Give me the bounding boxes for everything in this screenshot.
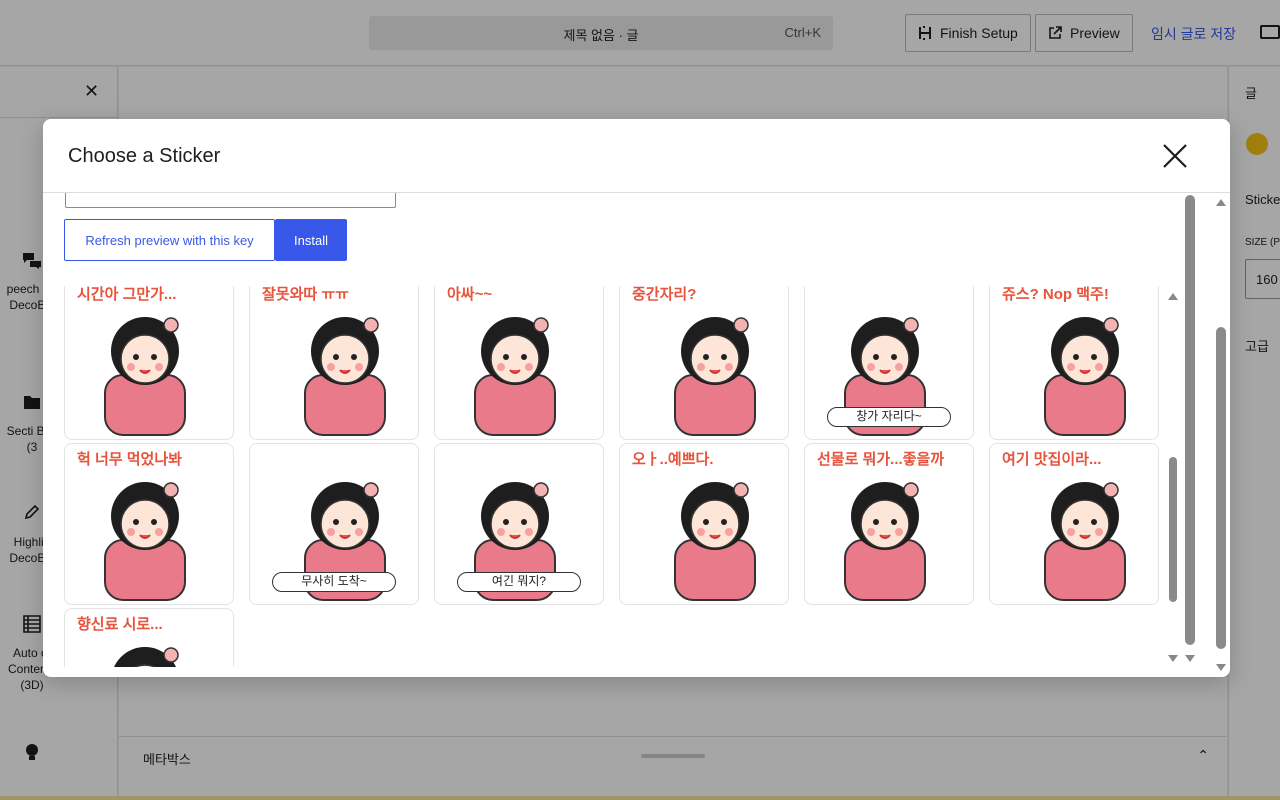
sticker-card[interactable]: 오ㅏ..예쁘다. xyxy=(619,443,789,605)
sticker-caption: 쥬스? Nop 맥주! xyxy=(1002,286,1109,303)
grid-scroll-down-icon[interactable] xyxy=(1168,655,1178,662)
grid-scrollbar-thumb[interactable] xyxy=(1169,457,1177,602)
sticker-card[interactable]: 선물로 뭐가...좋을까 xyxy=(804,443,974,605)
sticker-character-illustration xyxy=(304,317,386,436)
sticker-character-illustration xyxy=(474,317,556,436)
sticker-caption: 아싸~~ xyxy=(447,286,493,303)
modal-header: Choose a Sticker xyxy=(43,119,1230,193)
sticker-modal: Refresh preview with this key Install Ch… xyxy=(43,119,1230,677)
sticker-card[interactable]: 창가 자리다~ xyxy=(804,286,974,440)
sticker-caption: 잘못와따 ㅠㅠ xyxy=(262,286,349,303)
sticker-caption: 향신료 시로... xyxy=(77,616,163,633)
sticker-speech-bubble: 창가 자리다~ xyxy=(827,407,951,427)
sticker-card[interactable]: 무사히 도착~ xyxy=(249,443,419,605)
sticker-card[interactable]: 여긴 뭐지? xyxy=(434,443,604,605)
sticker-card[interactable]: 헉 너무 먹었나봐 xyxy=(64,443,234,605)
modal-scroll-up-icon[interactable] xyxy=(1216,199,1226,206)
sticker-character-illustration xyxy=(104,317,186,436)
page-scroll-down-icon[interactable] xyxy=(1216,664,1226,671)
sticker-speech-bubble: 무사히 도착~ xyxy=(272,572,396,592)
sticker-speech-bubble: 여긴 뭐지? xyxy=(457,572,581,592)
install-button[interactable]: Install xyxy=(275,219,347,261)
sticker-caption: 중간자리? xyxy=(632,286,697,303)
modal-title: Choose a Sticker xyxy=(68,145,221,167)
sticker-card[interactable]: 아싸~~ xyxy=(434,286,604,440)
close-icon[interactable] xyxy=(1160,141,1190,171)
sticker-card[interactable]: 중간자리? xyxy=(619,286,789,440)
sticker-card[interactable]: 잘못와따 ㅠㅠ xyxy=(249,286,419,440)
sticker-grid: 시간아 그만가... 잘못와따 ㅠㅠ 아싸~~ 중간자리? 창가 자리다~ 쥬스? Nop… xyxy=(43,286,1183,667)
sticker-character-illustration xyxy=(1044,317,1126,436)
refresh-preview-button[interactable]: Refresh preview with this key xyxy=(64,219,275,261)
sticker-card[interactable]: 여기 맛집이라... xyxy=(989,443,1159,605)
modal-scroll-down-icon[interactable] xyxy=(1185,655,1195,662)
sticker-card[interactable]: 시간아 그만가... xyxy=(64,286,234,440)
modal-scrollbar-thumb[interactable] xyxy=(1185,195,1195,645)
sticker-caption: 여기 맛집이라... xyxy=(1002,451,1102,468)
sticker-caption: 오ㅏ..예쁘다. xyxy=(632,451,714,468)
sticker-card[interactable]: 쥬스? Nop 맥주! xyxy=(989,286,1159,440)
grid-scroll-up-icon[interactable] xyxy=(1168,293,1178,300)
sticker-caption: 헉 너무 먹었나봐 xyxy=(77,451,182,468)
sticker-caption: 선물로 뭐가...좋을까 xyxy=(817,451,945,468)
sticker-caption: 시간아 그만가... xyxy=(77,286,177,303)
page-scrollbar-thumb[interactable] xyxy=(1216,327,1226,649)
sticker-card[interactable]: 향신료 시로... xyxy=(64,608,234,667)
sticker-character-illustration xyxy=(674,317,756,436)
